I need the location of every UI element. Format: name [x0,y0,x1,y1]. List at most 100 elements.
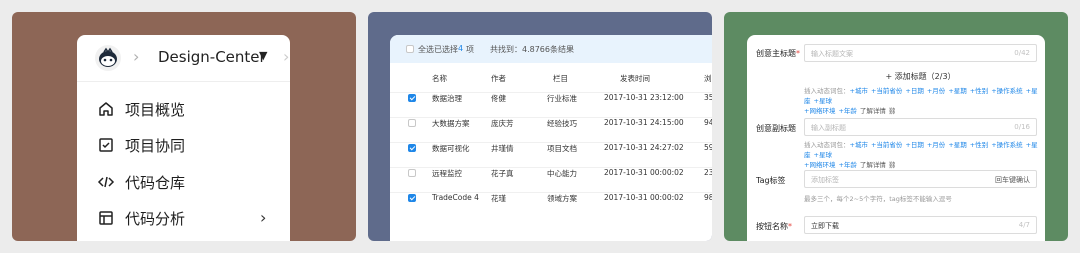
analysis-icon [97,209,115,227]
cell-author: 井瑾倩 [491,144,514,153]
main-title-label: 创意主标题* [756,49,800,58]
row-checkbox[interactable] [408,194,416,202]
var-city[interactable]: +城市 [850,87,868,95]
select-all-label: 全选 [418,45,434,54]
var-month[interactable]: +月份 [927,87,945,95]
learn-more-link[interactable]: 了解详情 [860,161,886,169]
cell-author: 花瑾 [491,194,506,203]
sub-title-input[interactable]: 输入副标题 0/16 [804,118,1037,136]
var-gender[interactable]: +性别 [970,141,988,149]
code-icon [97,173,115,191]
sub-title-placeholder: 输入副标题 [811,124,846,132]
var-month[interactable]: +月份 [927,141,945,149]
add-title-button[interactable]: + 添加标题（2/3） [804,69,1037,85]
link-icon: ⛓ [885,107,897,115]
tag-enter-hint: 回车键确认 [995,176,1030,184]
main-title-counter: 0/42 [1014,49,1030,57]
sub-title-counter: 0/16 [1014,123,1030,131]
row-checkbox[interactable] [408,169,416,177]
tag-note: 最多三个，每个2~5个字符，tag标签不能输入逗号 [804,195,952,203]
sidebar-item-overview[interactable]: 项目概览 [77,91,290,127]
var-age[interactable]: +年龄 [838,161,856,169]
sub-title-label: 创意副标题 [756,124,796,133]
cell-time: 2017-10-31 00:00:02 [604,193,684,202]
cell-name: 数据治理 [432,94,462,103]
column-header-column[interactable]: 栏目 [553,73,568,84]
sidebar-item-label: 项目协同 [125,137,186,155]
tag-placeholder: 添加标签 [811,176,839,184]
cell-time: 2017-10-31 24:15:00 [604,118,684,127]
creative-form-card: 创意主标题* 输入标题文案 0/42 + 添加标题（2/3） 插入动态词包：+城… [747,35,1045,241]
row-checkbox[interactable] [408,144,416,152]
var-province[interactable]: +当前省份 [871,87,902,95]
sidebar-item-label: 项目概览 [125,101,186,119]
var-city[interactable]: +城市 [850,141,868,149]
cell-name: 远程监控 [432,169,462,178]
link-icon: ⛓ [885,161,897,169]
row-checkbox[interactable] [408,119,416,127]
dynamic-vars: 插入动态词包：+城市 +当前省份 +日期 +月份 +星期 +性别 +操作系统 +星座 +星球 +网… [804,141,1038,169]
project-header: › Design-Center ▼ › [77,35,290,82]
var-date[interactable]: +日期 [905,141,923,149]
cell-views: 988 [704,193,712,202]
cell-time: 2017-10-31 00:00:02 [604,168,684,177]
selected-count: 4 [458,44,464,53]
cell-author: 佟健 [491,94,506,103]
sidebar-item-label: 代码分析 [125,210,186,228]
var-gender[interactable]: +性别 [970,87,988,95]
column-header-name[interactable]: 名称 [432,73,447,84]
design-center-panel: › Design-Center ▼ › 项目概览 项目协同 代码仓库 代码分析 … [12,12,356,241]
var-os[interactable]: +操作系统 [991,141,1022,149]
article-table-card: 全选 已选择 4 项 共找到：4.8766条结果 名称 作者 栏目 发表时间 浏… [390,35,712,241]
select-all-checkbox[interactable] [406,45,414,53]
creative-form-panel: 创意主标题* 输入标题文案 0/42 + 添加标题（2/3） 插入动态词包：+城… [724,12,1068,241]
var-network[interactable]: +网络环境 [804,107,835,115]
var-weekday[interactable]: +星期 [948,87,966,95]
cell-name: TradeCode 4 [432,193,479,202]
cell-column: 项目文档 [547,144,577,153]
sidebar-item-collaboration[interactable]: 项目协同 [77,127,290,163]
button-name-label: 按钮名称* [756,222,792,231]
cell-time: 2017-10-31 24:27:02 [604,143,684,152]
cell-views: 230 [704,168,712,177]
cell-column: 领域方案 [547,194,577,203]
project-name[interactable]: Design-Center [158,48,266,66]
project-nav-card: › Design-Center ▼ › 项目概览 项目协同 代码仓库 代码分析 … [77,35,290,241]
sidebar-item-repository[interactable]: 代码仓库 [77,164,290,200]
table-header: 名称 作者 栏目 发表时间 浏览 [390,73,712,93]
column-header-views[interactable]: 浏览 [704,73,712,84]
cell-views: 944 [704,118,712,127]
var-province[interactable]: +当前省份 [871,141,902,149]
selection-bar: 全选 已选择 4 项 共找到：4.8766条结果 [390,35,712,63]
learn-more-link[interactable]: 了解详情 [860,107,886,115]
caret-down-icon[interactable]: ▼ [259,49,267,62]
cell-views: 357 [704,93,712,102]
var-age[interactable]: +年龄 [838,107,856,115]
selected-prefix: 已选择 [434,45,458,54]
cell-name: 大数据方案 [432,119,470,128]
var-os[interactable]: +操作系统 [991,87,1022,95]
sidebar-item-analysis[interactable]: 代码分析 › [77,200,290,236]
column-header-author[interactable]: 作者 [491,73,506,84]
home-icon [97,100,115,118]
table-panel: 全选 已选择 4 项 共找到：4.8766条结果 名称 作者 栏目 发表时间 浏… [368,12,712,241]
cell-name: 数据可视化 [432,144,470,153]
column-header-time[interactable]: 发表时间 [620,73,650,84]
main-title-placeholder: 输入标题文案 [811,50,853,58]
main-title-input[interactable]: 输入标题文案 0/42 [804,44,1037,62]
breadcrumb-chevron-icon: › [133,47,140,66]
table-row[interactable]: TradeCode 4 花瑾 领域方案 2017-10-31 00:00:02 … [390,192,712,227]
cell-column: 行业标准 [547,94,577,103]
row-checkbox[interactable] [408,94,416,102]
var-planet[interactable]: +星球 [814,97,832,105]
var-weekday[interactable]: +星期 [948,141,966,149]
var-date[interactable]: +日期 [905,87,923,95]
cell-author: 庞庆芳 [491,119,514,128]
avatar[interactable] [95,45,121,71]
button-name-input[interactable]: 立即下载 4/7 [804,216,1037,234]
chevron-right-icon: › [260,208,267,227]
var-planet[interactable]: +星球 [814,151,832,159]
sidebar-item-label: 代码仓库 [125,174,186,192]
var-network[interactable]: +网络环境 [804,161,835,169]
tag-input[interactable]: 添加标签 回车键确认 [804,170,1037,188]
